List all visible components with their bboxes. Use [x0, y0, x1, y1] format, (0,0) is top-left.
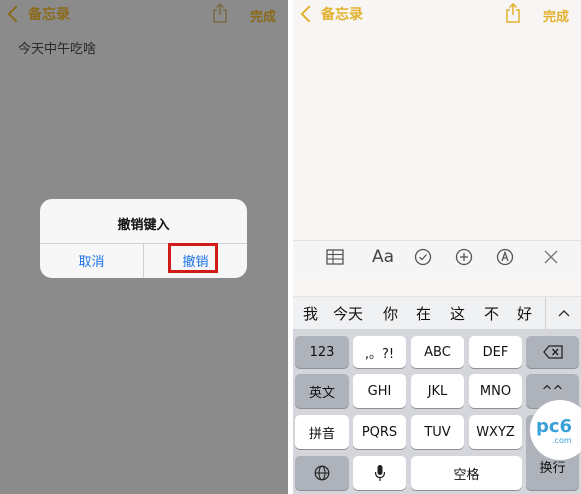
done-button[interactable]: 完成 [543, 6, 569, 25]
format-text-button[interactable]: Aa [369, 247, 397, 267]
key-def[interactable]: DEF [469, 336, 522, 368]
nav-bar: 备忘录 完成 [0, 0, 288, 30]
format-toolbar: Aa [293, 240, 581, 273]
add-icon[interactable] [455, 247, 473, 267]
chevron-up-icon [558, 310, 569, 317]
markup-icon[interactable] [496, 247, 514, 267]
checklist-icon[interactable] [414, 247, 432, 267]
back-button[interactable]: 备忘录 [6, 4, 70, 24]
key-numbers[interactable]: 123 [295, 336, 349, 368]
close-icon[interactable] [544, 247, 558, 267]
key-english[interactable]: 英文 [295, 374, 349, 408]
globe-icon [314, 465, 330, 481]
chevron-left-icon [300, 5, 318, 23]
candidate-word[interactable]: 不 [484, 303, 499, 324]
expand-candidates-button[interactable] [545, 297, 581, 329]
done-button[interactable]: 完成 [250, 6, 276, 25]
nav-bar: 备忘录 完成 [293, 0, 581, 30]
cancel-button[interactable]: 取消 [40, 243, 143, 278]
candidate-word[interactable]: 我 [303, 303, 318, 324]
key-punctuation[interactable]: ,。?! [353, 336, 406, 368]
watermark-logo: pc6 [536, 416, 573, 437]
key-globe[interactable] [295, 456, 349, 490]
chevron-left-icon [7, 5, 25, 23]
candidate-word[interactable]: 在 [416, 303, 431, 324]
table-icon[interactable] [326, 247, 344, 267]
key-jkl[interactable]: JKL [411, 374, 464, 408]
candidate-word[interactable]: 好 [517, 303, 532, 324]
backspace-icon [542, 345, 563, 359]
key-mno[interactable]: MNO [469, 374, 522, 408]
key-pinyin[interactable]: 拼音 [295, 415, 349, 449]
note-text[interactable]: 今天中午吃啥 [18, 38, 96, 57]
left-screen: 备忘录 完成 今天中午吃啥 撤销键入 取消 撤销 [0, 0, 288, 494]
key-pqrs[interactable]: PQRS [353, 415, 406, 449]
highlight-box [168, 243, 218, 273]
key-ghi[interactable]: GHI [353, 374, 406, 408]
candidate-word[interactable]: 你 [383, 303, 398, 324]
share-icon[interactable] [212, 3, 228, 23]
share-icon[interactable] [505, 3, 521, 23]
key-space[interactable]: 空格 [411, 456, 522, 490]
back-button[interactable]: 备忘录 [299, 4, 363, 24]
alert-title: 撤销键入 [117, 218, 170, 233]
key-tuv[interactable]: TUV [411, 415, 464, 449]
key-microphone[interactable] [353, 456, 406, 490]
key-wxyz[interactable]: WXYZ [469, 415, 522, 449]
watermark-suffix: .com [552, 436, 572, 445]
back-label: 备忘录 [321, 7, 363, 23]
candidate-bar: 我 今天 你 在 这 不 好 [293, 296, 581, 329]
candidate-word[interactable]: 今天 [333, 303, 363, 324]
watermark-badge: pc6 .com [530, 400, 581, 460]
key-delete[interactable] [526, 336, 579, 368]
candidate-word[interactable]: 这 [450, 303, 465, 324]
undo-alert: 撤销键入 取消 撤销 [40, 199, 247, 278]
microphone-icon [374, 465, 385, 481]
back-label: 备忘录 [28, 7, 70, 23]
key-abc[interactable]: ABC [411, 336, 464, 368]
